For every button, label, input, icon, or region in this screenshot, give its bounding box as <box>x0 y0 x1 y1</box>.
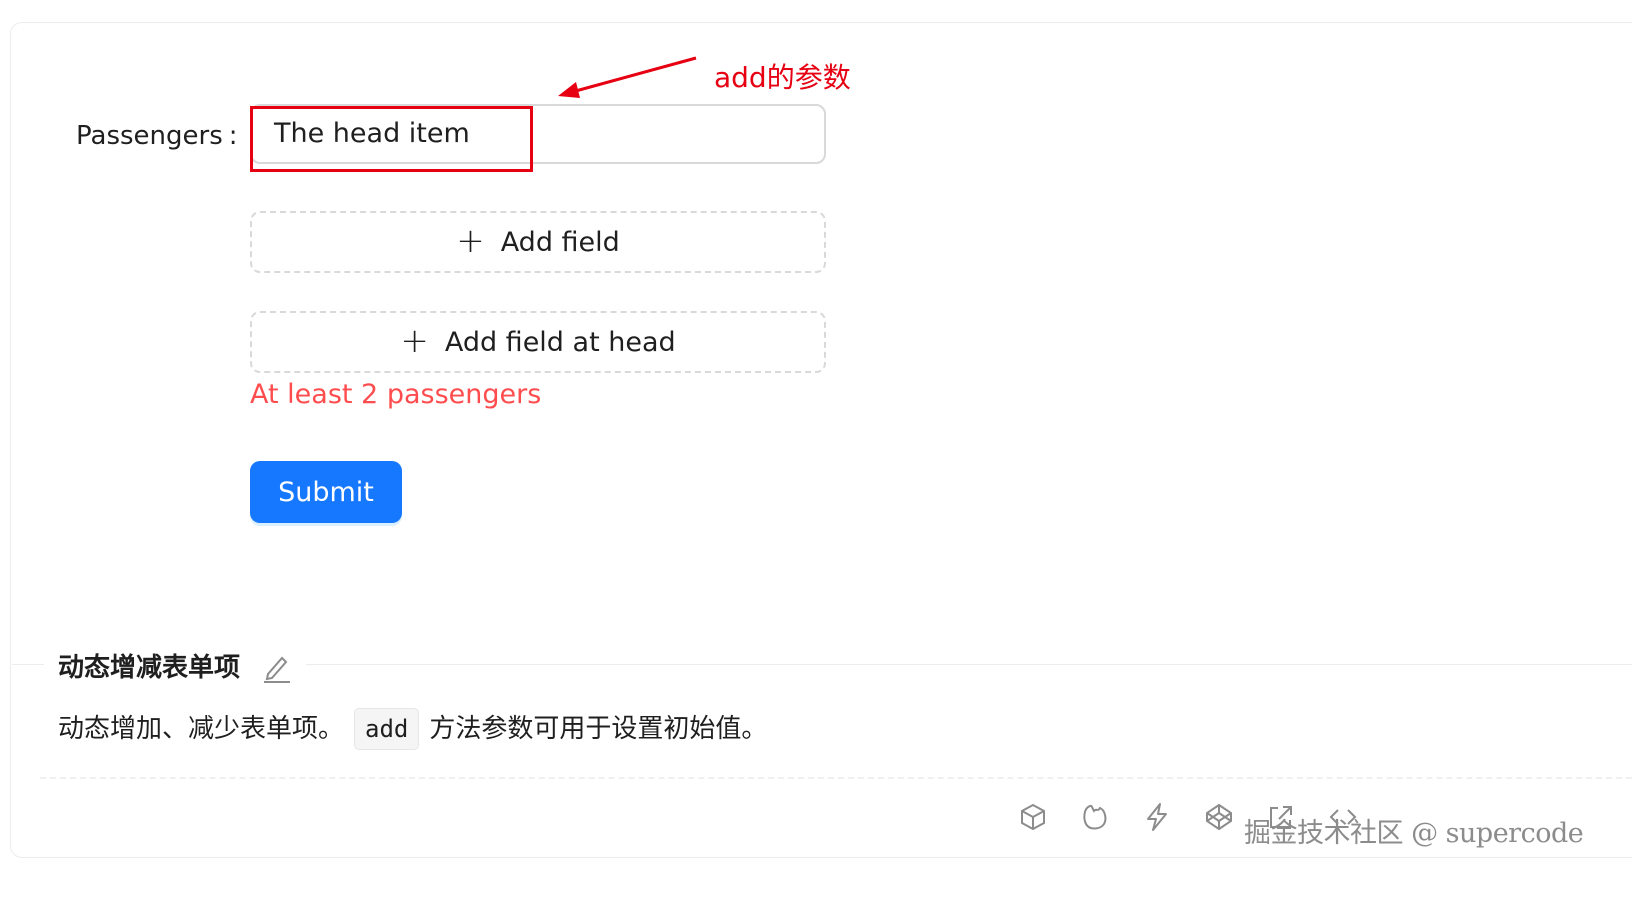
divider <box>12 664 44 665</box>
error-message: At least 2 passengers <box>250 379 542 410</box>
add-field-label: Add field <box>500 226 620 258</box>
code-snippet: add <box>354 708 420 750</box>
edit-icon[interactable] <box>262 652 292 684</box>
lightning-icon[interactable] <box>1140 800 1174 834</box>
plus-icon: + <box>400 320 429 361</box>
codesandbox-icon[interactable] <box>1016 800 1050 834</box>
passenger-input[interactable]: The head item <box>250 104 826 164</box>
codepen-icon[interactable] <box>1202 800 1236 834</box>
annotation-text: add的参数 <box>714 61 851 94</box>
add-field-at-head-button[interactable]: + Add field at head <box>250 311 826 373</box>
watermark: 掘金技术社区 @ supercode <box>1244 818 1584 849</box>
passengers-label: Passengers: <box>76 121 238 151</box>
divider <box>40 777 1632 779</box>
add-field-at-head-label: Add field at head <box>444 326 676 358</box>
annotation-arrow <box>558 56 697 98</box>
add-field-button[interactable]: + Add field <box>250 211 826 273</box>
submit-button[interactable]: Submit <box>250 461 402 523</box>
stackblitz-icon[interactable] <box>1078 800 1112 834</box>
demo-description: 动态增加、减少表单项。 add 方法参数可用于设置初始值。 <box>58 706 767 752</box>
demo-title: 动态增减表单项 <box>58 653 241 683</box>
divider <box>306 664 1632 665</box>
plus-icon: + <box>456 220 485 261</box>
